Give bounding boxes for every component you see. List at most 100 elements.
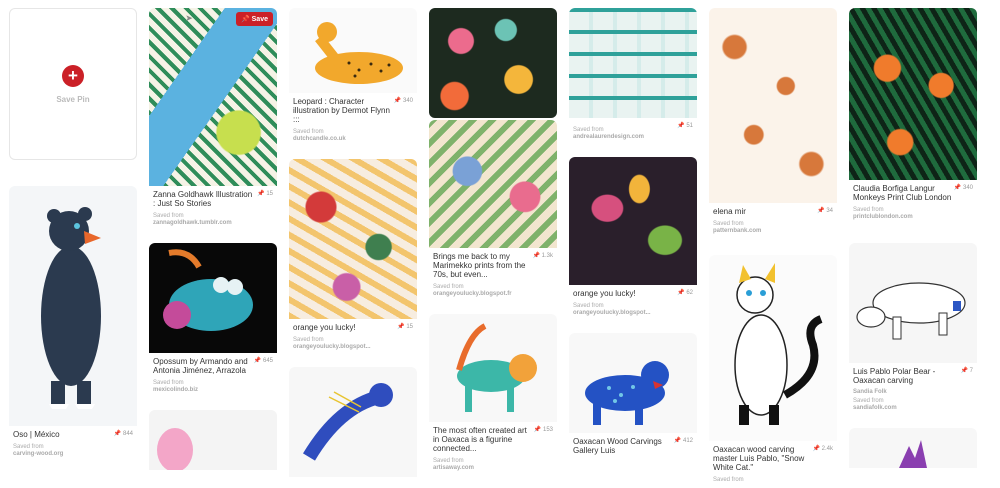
pin-source-link[interactable]: patternbank.com	[713, 228, 833, 235]
pin-card[interactable]	[849, 428, 977, 468]
pin-image[interactable]	[569, 333, 697, 433]
pin-image[interactable]	[429, 314, 557, 422]
pin-image[interactable]	[9, 186, 137, 426]
pin-image[interactable]	[289, 159, 417, 319]
pin-image[interactable]	[709, 255, 837, 441]
pin-card[interactable]: Oaxacan wood carving master Luis Pablo, …	[709, 255, 837, 488]
repin-count: 📌 1.3k	[532, 253, 553, 259]
pin-card[interactable]: Claudia Borfiga Langur Monkeys Print Clu…	[849, 8, 977, 227]
saved-from-label: Saved from	[153, 213, 184, 219]
column-3: Leopard : Character illustration by Derm…	[289, 8, 417, 487]
save-button[interactable]: 📌 Save	[235, 12, 273, 26]
bear-carving-image	[41, 207, 101, 409]
saved-from-label: Saved from	[853, 398, 884, 404]
repin-count: 📌 15	[257, 191, 273, 197]
pin-card[interactable]: orange you lucky! 📌 15 Saved from orange…	[289, 159, 417, 357]
purple-carving-image	[899, 440, 927, 468]
column-1: + Save Pin Oso | México 📌 844 Saved from…	[9, 8, 137, 474]
pin-source-link[interactable]: carving-wood.org	[13, 451, 133, 458]
pin-source-link[interactable]: andrealaurendesign.com	[573, 134, 693, 141]
pin-card[interactable]: Luis Pablo Polar Bear - Oaxacan carving …	[849, 243, 977, 418]
teal-alebrije-image	[456, 323, 537, 412]
pin-image[interactable]	[289, 367, 417, 477]
saved-from-label: Saved from	[713, 221, 744, 227]
saved-from-label: Saved from	[573, 303, 604, 309]
pin-card[interactable]	[149, 410, 277, 470]
pin-description: elena mir	[713, 207, 746, 216]
repin-count: 📌 412	[673, 438, 693, 444]
saved-from-label: Saved from	[433, 458, 464, 464]
saved-from-label: Saved from	[433, 284, 464, 290]
plus-icon: +	[62, 64, 84, 87]
white-cat-carving-image	[734, 263, 823, 425]
pin-card[interactable]: Brings me back to my Marimekko prints fr…	[429, 120, 557, 304]
repin-count: 📌 34	[817, 208, 833, 214]
pin-description: Zanna Goldhawk Illustration : Just So St…	[153, 190, 253, 208]
repin-count: 📌 340	[393, 98, 413, 104]
pin-image[interactable]	[289, 8, 417, 93]
repin-count: 📌 7	[960, 368, 973, 374]
pin-image[interactable]	[569, 157, 697, 285]
pin-source-link[interactable]: sandiafolk.com	[853, 405, 973, 412]
pin-card[interactable]: Opossum by Armando and Antonia Jiménez, …	[149, 243, 277, 400]
pin-source-link[interactable]: orangeyoulucky.blogspot.fr	[433, 291, 553, 298]
saved-from-label: Saved from	[153, 380, 184, 386]
pin-card[interactable]: Oso | México 📌 844 Saved from carving-wo…	[9, 186, 137, 464]
pink-carving-image	[157, 428, 193, 470]
pin-description: orange you lucky!	[573, 289, 636, 298]
repin-count: 📌 153	[533, 427, 553, 433]
pin-card[interactable]: Oaxacan Wood Carvings Gallery Luis 📌 412	[569, 333, 697, 461]
pin-card[interactable]: orange you lucky! 📌 62 Saved from orange…	[569, 157, 697, 323]
pin-card[interactable]: ➤ 📌 Save Zanna Goldhawk Illustration : J…	[149, 8, 277, 233]
pin-image[interactable]	[429, 8, 557, 118]
pin-card[interactable]	[289, 367, 417, 477]
pin-image[interactable]	[149, 410, 277, 470]
repin-count: 📌 340	[953, 185, 973, 191]
pin-source-name: Sandia Folk	[853, 389, 887, 395]
pin-source-link[interactable]: artisaway.com	[433, 465, 553, 472]
send-icon[interactable]: ➤	[182, 13, 196, 27]
opossum-carving-image	[163, 249, 253, 331]
pin-card[interactable]: The most often created art in Oaxaca is …	[429, 314, 557, 478]
pin-source-link[interactable]: dutchcandle.co.uk	[293, 136, 413, 143]
pin-image[interactable]	[149, 243, 277, 353]
pin-image[interactable]	[569, 8, 697, 118]
pin-card[interactable]: elena mir 📌 34 Saved from patternbank.co…	[709, 8, 837, 241]
saved-from-label: Saved from	[713, 477, 744, 483]
pin-image[interactable]	[849, 428, 977, 468]
repin-count: 📌 51	[677, 123, 693, 129]
column-7: Claudia Borfiga Langur Monkeys Print Clu…	[849, 8, 977, 478]
saved-from-label: Saved from	[293, 129, 324, 135]
polar-bear-carving-image	[856, 282, 966, 340]
pin-source-link[interactable]: orangeyoulucky.blogspot...	[573, 310, 693, 317]
save-pin-label: Save Pin	[56, 94, 90, 104]
leopard-illustration-image	[315, 22, 403, 84]
column-6: elena mir 📌 34 Saved from patternbank.co…	[709, 8, 837, 488]
column-4: Brings me back to my Marimekko prints fr…	[429, 8, 557, 488]
pin-card[interactable]	[429, 8, 557, 118]
pin-description: orange you lucky!	[293, 323, 356, 332]
pin-source-link[interactable]: orangeyoulucky.blogspot...	[293, 344, 413, 351]
pin-image[interactable]	[849, 243, 977, 363]
pin-image[interactable]	[709, 8, 837, 203]
pin-image[interactable]: ➤ 📌 Save	[149, 8, 277, 186]
pin-source-link[interactable]: mexicolindo.biz	[153, 387, 273, 394]
repin-count: 📌 645	[253, 358, 273, 364]
repin-count: 📌 2.4k	[812, 446, 833, 452]
repin-count: 📌 15	[397, 324, 413, 330]
pin-card[interactable]: 📌 51 Saved from andrealaurendesign.com	[569, 8, 697, 147]
repin-count: 📌 844	[113, 431, 133, 437]
pin-source-link[interactable]: printclublondon.com	[853, 214, 973, 221]
column-5: 📌 51 Saved from andrealaurendesign.com o…	[569, 8, 697, 471]
pin-card[interactable]: Leopard : Character illustration by Derm…	[289, 8, 417, 149]
repin-count: 📌 62	[677, 290, 693, 296]
pin-source-link[interactable]: zannagoldhawk.tumblr.com	[153, 220, 273, 227]
pin-image[interactable]	[429, 120, 557, 248]
saved-from-label: Saved from	[293, 337, 324, 343]
pin-image[interactable]	[849, 8, 977, 180]
saved-from-label: Saved from	[13, 444, 44, 450]
pin-description: Luis Pablo Polar Bear - Oaxacan carving	[853, 367, 936, 385]
column-2: ➤ 📌 Save Zanna Goldhawk Illustration : J…	[149, 8, 277, 480]
save-pin-card[interactable]: + Save Pin	[9, 8, 137, 160]
saved-from-label: Saved from	[853, 207, 884, 213]
